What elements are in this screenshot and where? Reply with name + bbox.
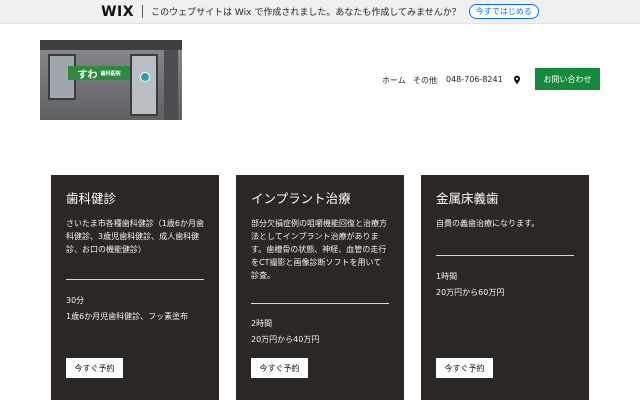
clinic-sign-name: すわ [77,69,98,81]
service-duration: 2時間 [251,319,273,328]
service-duration: 30分 [66,296,85,305]
book-now-button[interactable]: 今すぐ予約 [436,358,493,378]
wix-banner: WIX このウェブサイトは Wix で作成されました。あなたも作成してみませんか… [0,0,640,24]
wix-start-button[interactable]: 今すではじめる [468,4,539,19]
storefront-door [130,54,158,116]
service-card-metal-denture: 金属床義歯 自費の義歯治療になります。 1時間 20万円から60万円 今すぐ予約 [421,175,589,400]
book-now-button[interactable]: 今すぐ予約 [251,358,308,378]
service-description: 部分欠損症例の咀嚼機能回復と治療方法としてインプラント治療があります。歯槽骨の状… [251,219,387,280]
contact-button[interactable]: お問い合わせ [535,68,600,90]
service-title: 金属床義歯 [436,191,499,206]
wix-banner-message: このウェブサイトは Wix で作成されました。あなたも作成してみませんか？ [151,8,461,18]
clinic-sign-subtitle: 歯科医院 [100,70,121,77]
door-sticker [140,72,150,82]
service-divider [66,279,204,280]
service-divider [251,303,389,304]
service-title: インプラント治療 [251,191,351,206]
service-title: 歯科健診 [66,191,117,206]
clinic-sign: すわ 歯科医院 [68,66,130,81]
service-price: 1歳6か月児歯科健診、フッ素塗布 [66,312,189,321]
service-divider [436,255,574,256]
service-card-implant: インプラント治療 部分欠損症例の咀嚼機能回復と治療方法としてインプラント治療があ… [236,175,404,400]
service-description: さいたま市各種歯科健診（1歳6か月歯科健診、3歳児歯科健診、成人歯科健診、お口の… [66,219,204,254]
nav-home[interactable]: ホーム [382,75,406,86]
wix-logo[interactable]: WIX [101,4,134,20]
site-header: すわ 歯科医院 ホーム その他 048-706-8241 お問い合わせ [0,24,640,124]
banner-divider [142,5,144,18]
service-duration: 1時間 [436,272,458,281]
service-description: 自費の義歯治療になります。 [436,219,540,228]
book-now-button[interactable]: 今すぐ予約 [66,358,123,378]
nav-more[interactable]: その他 [413,75,437,86]
clinic-storefront-photo: すわ 歯科医院 [40,40,182,120]
service-price: 20万円から60万円 [436,288,505,297]
nav-phone[interactable]: 048-706-8241 [446,75,503,84]
service-price: 20万円から40万円 [251,335,320,344]
service-card-checkup: 歯科健診 さいたま市各種歯科健診（1歳6か月歯科健診、3歳児歯科健診、成人歯科健… [51,175,219,400]
location-pin-icon[interactable] [512,75,522,85]
